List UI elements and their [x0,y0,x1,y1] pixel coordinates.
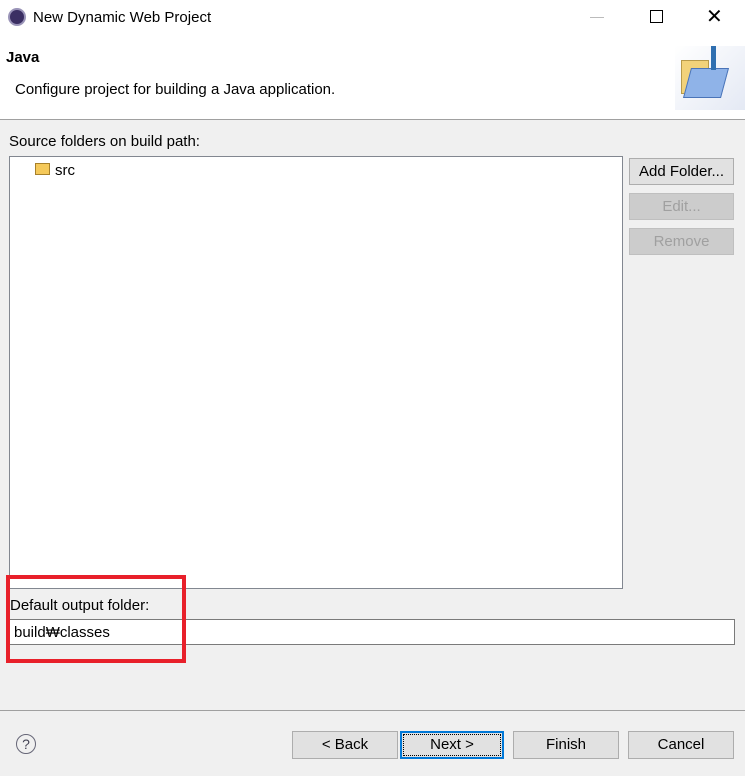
eclipse-app-icon [8,8,26,26]
window-title: New Dynamic Web Project [33,9,212,26]
title-bar: New Dynamic Web Project ✕ [0,0,745,36]
next-button[interactable]: Next > [400,731,504,759]
wizard-header: Java Configure project for building a Ja… [0,36,745,120]
source-folders-label: Source folders on build path: [9,133,200,150]
source-folders-list[interactable]: src [9,156,623,589]
remove-button[interactable]: Remove [629,228,734,255]
cancel-button[interactable]: Cancel [628,731,734,759]
footer-separator [0,710,745,711]
maximize-icon[interactable] [650,10,663,23]
page-description: Configure project for building a Java ap… [15,81,336,98]
page-title: Java [6,49,40,66]
list-item-label: src [55,162,75,179]
add-folder-button[interactable]: Add Folder... [629,158,734,185]
help-icon[interactable]: ? [16,734,36,754]
highlight-box [6,575,186,663]
finish-button[interactable]: Finish [513,731,619,759]
back-button[interactable]: < Back [292,731,398,759]
minimize-icon[interactable] [590,17,604,18]
edit-button[interactable]: Edit... [629,193,734,220]
package-folder-icon [35,163,50,175]
java-folder-icon [675,46,745,110]
list-item[interactable]: src [35,162,75,179]
close-icon[interactable]: ✕ [706,4,723,29]
